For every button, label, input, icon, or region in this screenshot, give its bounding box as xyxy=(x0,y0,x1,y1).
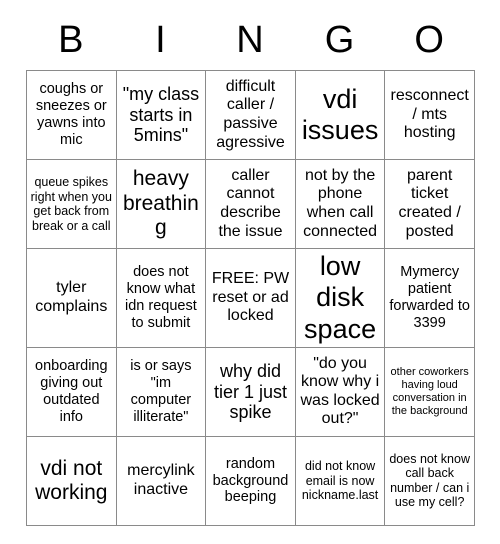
bingo-grid: coughs or sneezes or yawns into mic "my … xyxy=(26,70,475,526)
bingo-cell-label: other coworkers having loud conversation… xyxy=(390,366,469,417)
bingo-cell[interactable]: parent ticket created / posted xyxy=(384,159,475,249)
bingo-cell[interactable]: why did tier 1 just spike xyxy=(205,346,296,437)
bingo-row: onboarding giving out outdated info is o… xyxy=(26,346,475,437)
bingo-cell-label: tyler complains xyxy=(35,279,108,315)
bingo-cell[interactable]: low disk space xyxy=(294,248,386,348)
bingo-cell-label: caller cannot describe the issue xyxy=(218,166,283,240)
header-letter-b: B xyxy=(58,19,84,61)
header-letter-n: N xyxy=(236,19,264,61)
bingo-cell[interactable]: coughs or sneezes or yawns into mic xyxy=(26,70,117,160)
bingo-cell-label: onboarding giving out outdated info xyxy=(35,358,108,425)
bingo-cell-label: Mymercy patient forwarded to 3399 xyxy=(389,264,470,331)
bingo-cell[interactable]: random background beeping xyxy=(205,435,296,526)
bingo-cell-label: "do you know why i was locked out?" xyxy=(300,354,380,428)
bingo-cell[interactable]: "do you know why i was locked out?" xyxy=(294,346,386,437)
bingo-cell-label: why did tier 1 just spike xyxy=(213,360,287,423)
bingo-cell[interactable]: does not know what idn request to submit xyxy=(115,248,207,348)
bingo-cell[interactable]: mercylink inactive xyxy=(115,435,207,526)
bingo-cell[interactable]: vdi not working xyxy=(26,435,117,526)
bingo-cell-label: queue spikes right when you get back fro… xyxy=(30,175,112,233)
bingo-cell[interactable]: onboarding giving out outdated info xyxy=(26,346,117,437)
bingo-cell[interactable]: caller cannot describe the issue xyxy=(205,159,296,249)
header-letter-g: G xyxy=(324,19,355,61)
bingo-cell-label: is or says "im computer illiterate" xyxy=(130,358,192,425)
bingo-cell[interactable]: heavy breathing xyxy=(115,159,207,249)
bingo-cell-label: FREE: PW reset or ad locked xyxy=(211,270,290,325)
bingo-cell[interactable]: vdi issues xyxy=(294,70,386,160)
bingo-cell-label: random background beeping xyxy=(212,455,289,506)
bingo-cell-label: does not know what idn request to submit xyxy=(125,264,197,331)
bingo-cell[interactable]: Mymercy patient forwarded to 3399 xyxy=(384,248,475,348)
bingo-cell[interactable]: queue spikes right when you get back fro… xyxy=(26,159,117,249)
bingo-cell-label: "my class starts in 5mins" xyxy=(122,83,200,146)
bingo-cell[interactable]: other coworkers having loud conversation… xyxy=(384,346,475,437)
bingo-cell-label: heavy breathing xyxy=(122,167,199,240)
bingo-cell[interactable]: does not know call back number / can i u… xyxy=(384,435,475,526)
bingo-card: B I N G O coughs or sneezes or yawns int… xyxy=(26,0,475,526)
bingo-cell-label: did not know email is now nickname.last xyxy=(301,459,379,503)
bingo-cell[interactable]: resconnect / mts hosting xyxy=(384,70,475,160)
bingo-row: coughs or sneezes or yawns into mic "my … xyxy=(26,70,475,160)
bingo-cell-label: resconnect / mts hosting xyxy=(390,87,469,142)
bingo-cell-free[interactable]: FREE: PW reset or ad locked xyxy=(205,248,296,348)
bingo-cell[interactable]: difficult caller / passive agressive xyxy=(205,70,296,160)
bingo-cell-label: vdi issues xyxy=(301,83,379,145)
bingo-cell[interactable]: did not know email is now nickname.last xyxy=(294,435,386,526)
bingo-header: B I N G O xyxy=(26,0,474,70)
bingo-cell-label: vdi not working xyxy=(35,456,108,504)
bingo-cell-label: difficult caller / passive agressive xyxy=(216,77,285,151)
bingo-cell-label: parent ticket created / posted xyxy=(398,166,461,240)
bingo-cell[interactable]: tyler complains xyxy=(26,248,117,348)
bingo-row: queue spikes right when you get back fro… xyxy=(26,159,475,249)
bingo-row: vdi not working mercylink inactive rando… xyxy=(26,435,475,526)
bingo-cell[interactable]: "my class starts in 5mins" xyxy=(115,70,207,160)
bingo-cell[interactable]: not by the phone when call connected xyxy=(294,159,386,249)
bingo-cell-label: coughs or sneezes or yawns into mic xyxy=(35,81,107,148)
bingo-cell-label: low disk space xyxy=(304,251,377,344)
bingo-cell-label: mercylink inactive xyxy=(127,462,195,498)
header-letter-i: I xyxy=(155,19,166,61)
bingo-row: tyler complains does not know what idn r… xyxy=(26,248,475,348)
bingo-cell[interactable]: is or says "im computer illiterate" xyxy=(115,346,207,437)
header-letter-o: O xyxy=(414,19,444,61)
bingo-cell-label: not by the phone when call connected xyxy=(303,166,377,240)
bingo-cell-label: does not know call back number / can i u… xyxy=(389,451,470,510)
